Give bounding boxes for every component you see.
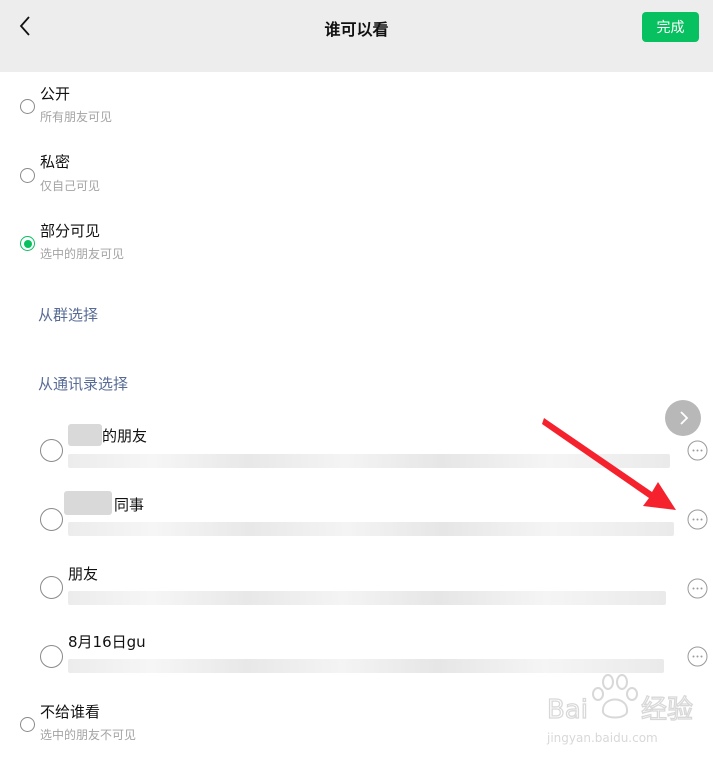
more-options-icon[interactable] (687, 509, 708, 530)
top-bar: 谁可以看 完成 (0, 0, 713, 72)
blurred-members (68, 591, 666, 605)
more-options-icon[interactable] (687, 646, 708, 667)
done-button[interactable]: 完成 (642, 12, 699, 42)
group-radio[interactable] (40, 439, 63, 462)
radio-private[interactable] (20, 168, 35, 183)
page-title: 谁可以看 (324, 20, 389, 39)
more-options-icon[interactable] (687, 578, 708, 599)
baidu-paw-logo-icon: Bai 经验 jingyan.baidu.com (546, 674, 694, 745)
option-subtitle: 所有朋友可见 (40, 110, 113, 124)
svg-text:经验: 经验 (641, 695, 693, 725)
group-name: 朋友 (68, 565, 99, 583)
group-radio[interactable] (40, 576, 63, 599)
option-title: 部分可见 (40, 222, 101, 240)
blurred-members (68, 522, 674, 536)
more-options-icon[interactable] (687, 440, 708, 461)
radio-public[interactable] (20, 99, 35, 114)
blurred-name-region (68, 424, 102, 446)
option-title: 私密 (40, 153, 71, 171)
group-radio[interactable] (40, 508, 63, 531)
radio-exclude[interactable] (20, 717, 35, 732)
option-subtitle: 选中的朋友不可见 (40, 728, 137, 742)
group-name: 8月16日gu (68, 633, 146, 651)
option-subtitle: 选中的朋友可见 (40, 247, 125, 261)
group-radio[interactable] (40, 645, 63, 668)
option-title: 不给谁看 (40, 703, 101, 721)
select-from-group-link[interactable]: 从群选择 (38, 304, 98, 325)
svg-text:jingyan.baidu.com: jingyan.baidu.com (546, 731, 658, 745)
group-name: 的朋友 (102, 427, 148, 445)
blurred-name-region (64, 491, 112, 515)
svg-text:Bai: Bai (547, 695, 588, 725)
option-title: 公开 (40, 85, 71, 103)
annotation-arrow-icon (542, 418, 676, 510)
option-subtitle: 仅自己可见 (40, 179, 101, 193)
baidu-watermark: Bai 经验 jingyan.baidu.com (545, 670, 713, 755)
select-from-contacts-link[interactable]: 从通讯录选择 (38, 373, 128, 394)
group-name: 同事 (114, 496, 145, 514)
radio-partial[interactable] (20, 236, 35, 251)
